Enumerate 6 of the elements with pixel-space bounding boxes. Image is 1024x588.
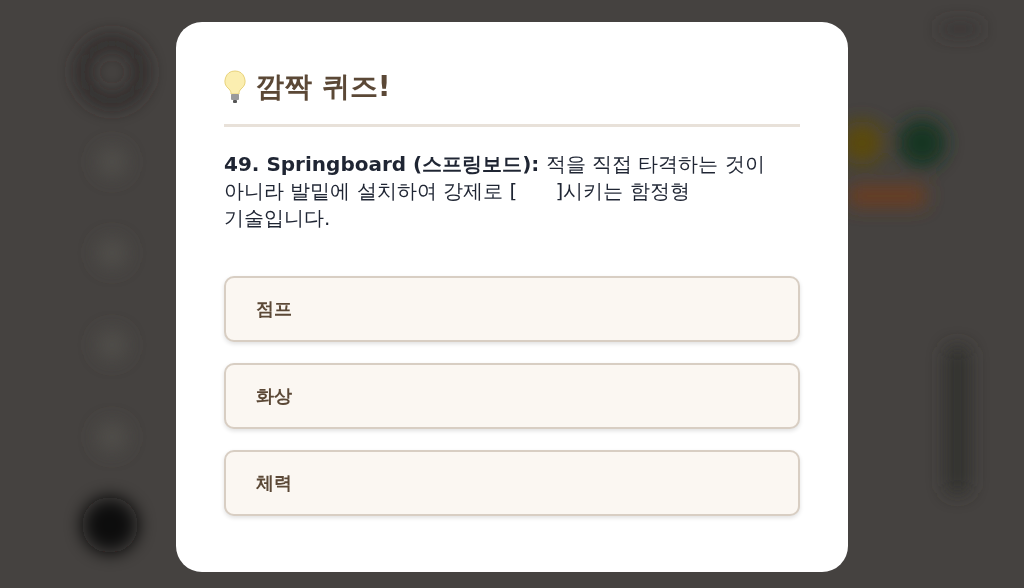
answer-option[interactable]: 점프 <box>224 276 800 342</box>
lightbulb-icon <box>224 70 246 104</box>
question-text: 49. Springboard (스프링보드): 적을 직접 타격하는 것이 아니라 발밑에 설치하여 강제로 [ ]시키는 함정형 기술입니다. <box>224 151 766 232</box>
answer-option[interactable]: 체력 <box>224 450 800 516</box>
answer-option[interactable]: 화상 <box>224 363 800 429</box>
dialog-title: 깜짝 퀴즈! <box>256 69 391 105</box>
